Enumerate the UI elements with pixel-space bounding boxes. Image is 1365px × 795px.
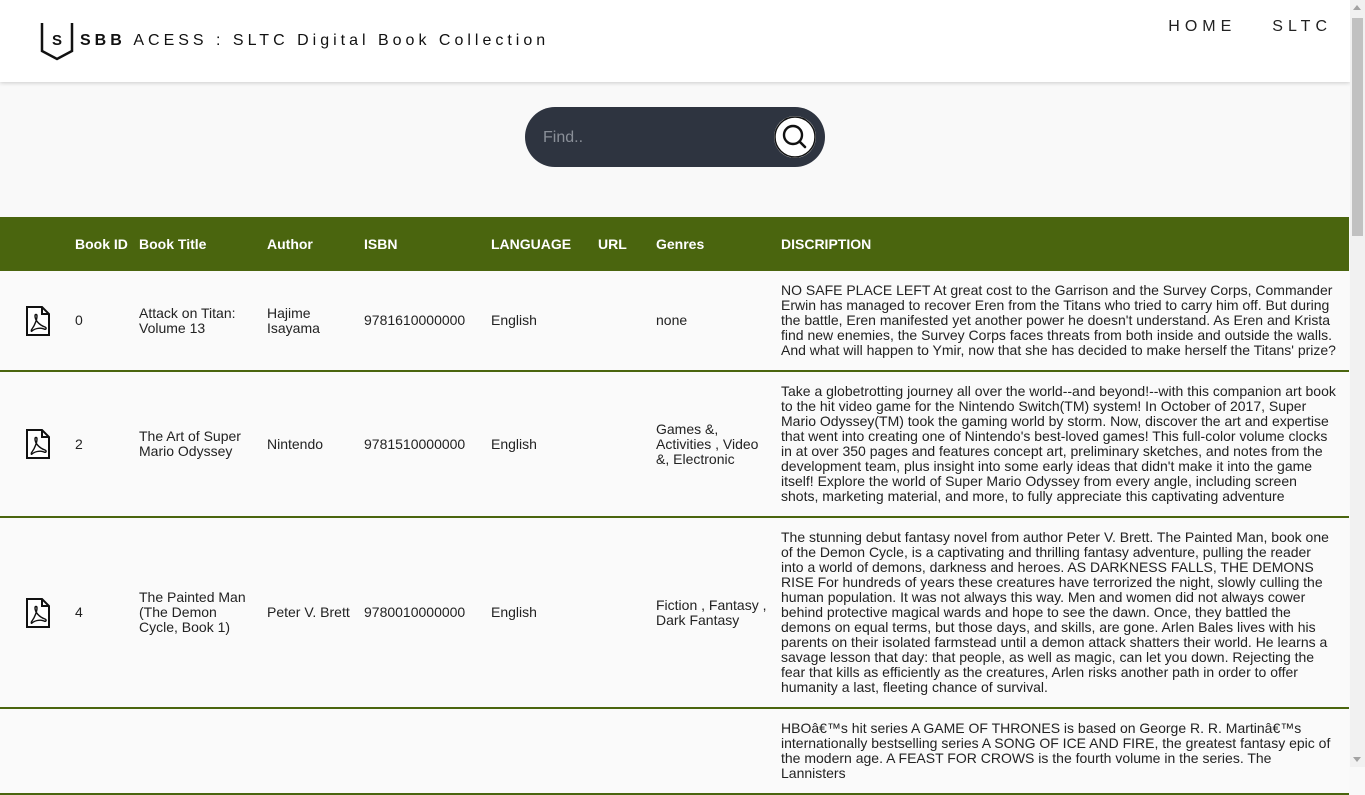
cell-book-title: The Art of Super Mario Odyssey	[139, 371, 267, 518]
scroll-thumb[interactable]	[1352, 18, 1363, 236]
column-header-book-title: Book Title	[139, 235, 207, 252]
svg-text:S: S	[52, 32, 62, 49]
cell-author: Hajime Isayama	[267, 271, 364, 372]
column-header-isbn: ISBN	[364, 235, 398, 252]
cell-isbn: 9780010000000	[364, 517, 491, 709]
cell-author	[267, 708, 364, 795]
column-header-url: URL	[598, 235, 627, 252]
cell-description: HBOâ€™s hit series A GAME OF THRONES is …	[781, 708, 1349, 795]
cell-description: Take a globetrotting journey all over th…	[781, 371, 1349, 518]
column-header-language: LANGUAGE	[491, 235, 572, 252]
top-nav: HOME SLTC	[1168, 18, 1332, 36]
brand-title-strong: SBB	[80, 32, 126, 49]
cell-language: English	[491, 371, 598, 518]
column-header-icon	[0, 217, 75, 271]
page-scrollbar[interactable]	[1350, 0, 1365, 767]
cell-url[interactable]	[598, 371, 656, 518]
cell-language	[491, 708, 598, 795]
top-header: S SBB ACESS : SLTC Digital Book Collecti…	[0, 0, 1350, 82]
pdf-file-icon[interactable]	[24, 597, 52, 629]
books-table-wrapper: Book ID Book Title Author ISBN LANGUAGE …	[0, 217, 1349, 795]
cell-url[interactable]	[598, 271, 656, 372]
cell-book-title: The Painted Man (The Demon Cycle, Book 1…	[139, 517, 267, 709]
cell-genres: Fiction , Fantasy , Dark Fantasy	[656, 517, 781, 709]
pdf-file-icon[interactable]	[24, 428, 52, 460]
cell-genres: none	[656, 271, 781, 372]
search-icon	[774, 116, 816, 158]
table-row: 4 The Painted Man (The Demon Cycle, Book…	[0, 517, 1349, 709]
column-header-description: DISCRIPTION	[781, 235, 872, 252]
search-button[interactable]	[774, 116, 816, 158]
cell-genres	[656, 708, 781, 795]
cell-isbn: 9781510000000	[364, 371, 491, 518]
table-row: 0 Attack on Titan: Volume 13 Hajime Isay…	[0, 271, 1349, 372]
search-input[interactable]	[541, 125, 765, 151]
table-header-row: Book ID Book Title Author ISBN LANGUAGE …	[0, 217, 1349, 271]
cell-book-title	[139, 708, 267, 795]
scroll-down-arrow-icon[interactable]	[1353, 757, 1361, 762]
pdf-cell	[0, 271, 75, 372]
nav-sltc-link[interactable]: SLTC	[1272, 18, 1332, 36]
books-table: Book ID Book Title Author ISBN LANGUAGE …	[0, 217, 1349, 795]
cell-description: The stunning debut fantasy novel from au…	[781, 517, 1349, 709]
cell-author: Nintendo	[267, 371, 364, 518]
cell-genres: Games &, Activities , Video &, Electroni…	[656, 371, 781, 518]
shield-logo-icon: S	[40, 23, 74, 61]
cell-language: English	[491, 517, 598, 709]
cell-book-id: 0	[75, 271, 139, 372]
scroll-up-arrow-icon[interactable]	[1353, 5, 1361, 10]
cell-book-id	[75, 708, 139, 795]
column-header-book-id: Book ID	[75, 235, 128, 252]
cell-url[interactable]	[598, 708, 656, 795]
nav-home-link[interactable]: HOME	[1168, 18, 1236, 36]
search-bar	[525, 107, 825, 167]
cell-book-title: Attack on Titan: Volume 13	[139, 271, 267, 372]
cell-isbn	[364, 708, 491, 795]
pdf-cell	[0, 517, 75, 709]
column-header-author: Author	[267, 235, 313, 252]
cell-isbn: 9781610000000	[364, 271, 491, 372]
brand-title: SBB ACESS : SLTC Digital Book Collection	[80, 32, 549, 50]
cell-url[interactable]	[598, 517, 656, 709]
pdf-file-icon[interactable]	[24, 305, 52, 337]
cell-language: English	[491, 271, 598, 372]
column-header-genres: Genres	[656, 235, 705, 252]
brand[interactable]: S SBB ACESS : SLTC Digital Book Collecti…	[40, 21, 549, 61]
brand-title-rest: ACESS : SLTC Digital Book Collection	[133, 32, 550, 49]
cell-description: NO SAFE PLACE LEFT At great cost to the …	[781, 271, 1349, 372]
cell-book-id: 4	[75, 517, 139, 709]
cell-book-id: 2	[75, 371, 139, 518]
pdf-cell	[0, 708, 75, 795]
table-row: HBOâ€™s hit series A GAME OF THRONES is …	[0, 708, 1349, 795]
pdf-cell	[0, 371, 75, 518]
table-row: 2 The Art of Super Mario Odyssey Nintend…	[0, 371, 1349, 518]
cell-author: Peter V. Brett	[267, 517, 364, 709]
